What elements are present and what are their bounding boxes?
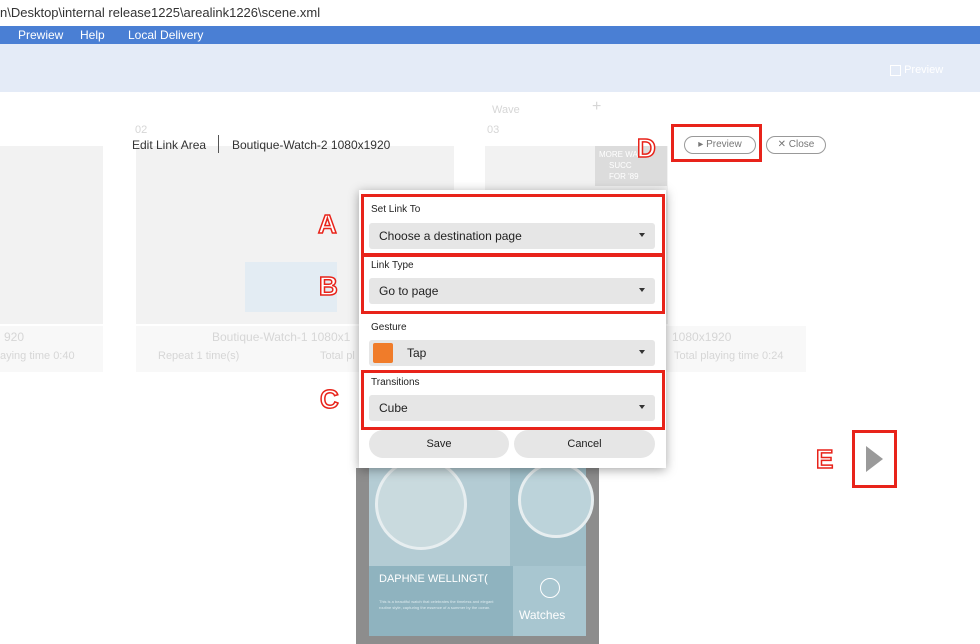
promo-text-3: FOR '89 [609, 172, 639, 181]
watches-tile[interactable]: Watches [513, 566, 586, 636]
chevron-down-icon [639, 350, 645, 354]
cancel-button[interactable]: Cancel [514, 430, 655, 458]
annotation-box-b [361, 254, 665, 314]
page-number-02: 02 [135, 124, 148, 136]
toolbar-preview-button[interactable]: Preview [890, 64, 950, 78]
card-info-left: 920 aying time 0:40 [0, 326, 103, 372]
card-info-right: 1080x1920 Total playing time 0:24 [666, 326, 806, 372]
save-button[interactable]: Save [369, 430, 509, 458]
card-left-size: 920 [4, 330, 25, 344]
gesture-select[interactable]: Tap [369, 340, 655, 366]
promo-text-1: MORE WA [599, 150, 638, 159]
card-mid-repeat[interactable]: Repeat 1 time(s) [158, 350, 239, 362]
annotation-box-d [671, 124, 762, 162]
add-page-icon[interactable]: + [592, 98, 601, 116]
annotation-box-c [361, 370, 665, 430]
page-number-03: 03 [487, 124, 500, 136]
promo-text-2: SUCC [609, 161, 632, 170]
menu-item-preview[interactable]: Prewiew [18, 26, 63, 44]
card-mid-total: Total pl [320, 350, 355, 362]
watches-label: Watches [519, 608, 566, 622]
window-path: n\Desktop\internal release1225\arealink1… [0, 0, 980, 26]
callout-b: B [318, 271, 338, 301]
page-thumbnail-left[interactable] [0, 146, 103, 324]
menu-item-local-delivery[interactable]: Local Delivery [128, 26, 203, 44]
close-button[interactable]: ✕ Close [766, 136, 826, 154]
phone-screen: DAPHNE WELLINGT( This is a beautiful wat… [369, 458, 594, 636]
header-divider [218, 135, 219, 153]
watch-face-icon-2 [518, 462, 594, 538]
toolbar: Preview [0, 44, 980, 92]
play-icon [890, 64, 901, 76]
edit-link-area-subtitle: Boutique-Watch-2 1080x1920 [232, 138, 391, 152]
card-left-time: aying time 0:40 [0, 350, 75, 362]
tap-gesture-icon [373, 343, 393, 363]
next-page-arrow-icon[interactable] [866, 446, 883, 472]
callout-e: E [815, 444, 834, 474]
watch-image-2 [510, 462, 594, 566]
menu-bar: Prewiew Help Local Delivery [0, 26, 980, 44]
edit-link-area-title: Edit Link Area [132, 138, 207, 152]
callout-d: D [636, 133, 656, 163]
brand-text: DAPHNE WELLINGT( [379, 573, 488, 585]
annotation-box-a [361, 194, 665, 256]
card-info-middle: Boutique-Watch-1 1080x1 Repeat 1 time(s)… [136, 326, 360, 372]
card-mid-title: Boutique-Watch-1 1080x1 [212, 330, 351, 344]
card-right-size: 1080x1920 [672, 330, 732, 344]
callout-a: A [317, 209, 337, 239]
clock-icon [540, 578, 560, 598]
close-icon: ✕ [777, 139, 789, 150]
page-name-label: Wave [492, 104, 520, 116]
gesture-label: Gesture [371, 322, 407, 333]
brand-panel[interactable]: DAPHNE WELLINGT( This is a beautiful wat… [369, 566, 513, 636]
watch-face-icon [375, 458, 467, 550]
brand-caption: This is a beautiful watch that celebrate… [379, 599, 494, 610]
card-right-time: Total playing time 0:24 [674, 350, 784, 362]
promo-banner: MORE WA SUCC FOR '89 [595, 146, 667, 186]
watch-image [369, 458, 510, 566]
callout-c: C [319, 384, 339, 414]
menu-item-help[interactable]: Help [80, 26, 105, 44]
